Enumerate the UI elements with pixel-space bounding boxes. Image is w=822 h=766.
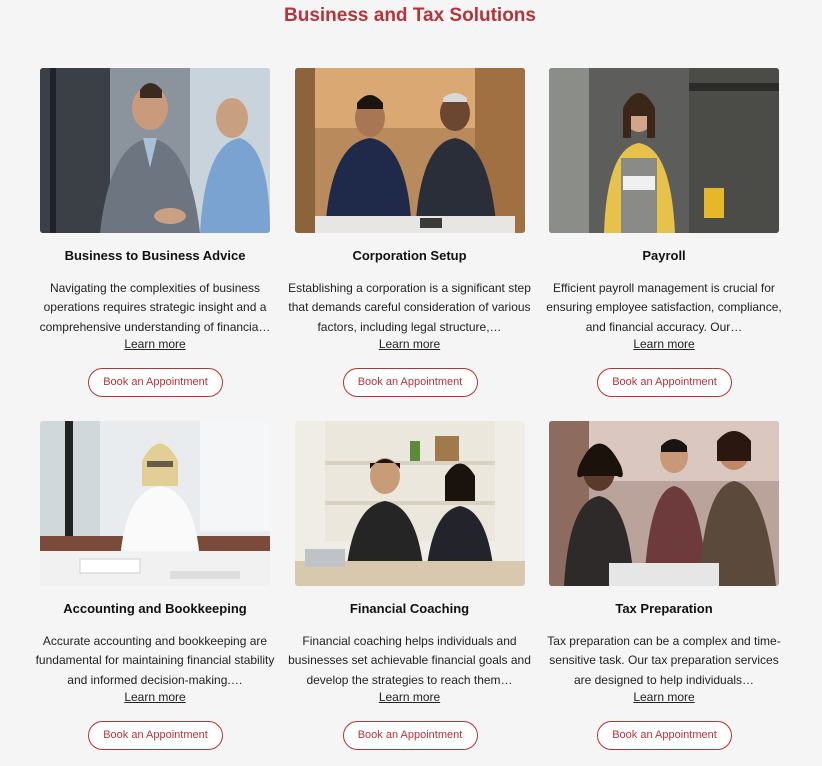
service-card-financial-coaching: Financial Coaching Financial coaching he… (288, 421, 531, 766)
service-card-accounting: Accounting and Bookkeeping Accurate acco… (36, 421, 274, 766)
payroll-photo (549, 68, 779, 233)
card-description: Accurate accounting and bookkeeping are … (35, 634, 275, 687)
financial-coaching-photo (294, 421, 525, 586)
services-grid: Business to Business Advice Navigating t… (36, 68, 782, 766)
book-appointment-button[interactable]: Book an Appointment (597, 721, 732, 750)
business-advice-photo (40, 68, 270, 233)
service-card-business-advice: Business to Business Advice Navigating t… (40, 68, 270, 421)
learn-more-link[interactable]: Learn more (40, 690, 270, 704)
learn-more-link[interactable]: Learn more (40, 337, 270, 351)
card-title: Financial Coaching (349, 601, 470, 616)
card-description: Navigating the complexities of business … (39, 281, 271, 334)
page-title: Business and Tax Solutions (284, 5, 536, 26)
book-appointment-button[interactable]: Book an Appointment (597, 368, 732, 397)
book-appointment-button[interactable]: Book an Appointment (88, 721, 223, 750)
service-card-payroll: Payroll Efficient payroll management is … (546, 68, 782, 421)
learn-more-link[interactable]: Learn more (549, 337, 779, 351)
accounting-photo (40, 421, 270, 586)
service-card-corporation-setup: Corporation Setup Establishing a corpora… (288, 68, 531, 421)
card-description: Financial coaching helps individuals and… (288, 634, 531, 687)
card-description: Tax preparation can be a complex and tim… (547, 634, 781, 687)
tax-preparation-photo (549, 421, 779, 586)
service-card-tax-preparation: Tax Preparation Tax preparation can be a… (547, 421, 781, 766)
corporation-setup-photo (294, 68, 525, 233)
card-title: Accounting and Bookkeeping (63, 601, 247, 616)
card-title: Tax Preparation (615, 601, 713, 616)
learn-more-link[interactable]: Learn more (295, 690, 525, 704)
learn-more-link[interactable]: Learn more (295, 337, 525, 351)
card-title: Business to Business Advice (64, 248, 246, 263)
learn-more-link[interactable]: Learn more (549, 690, 779, 704)
card-title: Corporation Setup (352, 248, 467, 263)
card-description: Efficient payroll management is crucial … (546, 281, 782, 334)
book-appointment-button[interactable]: Book an Appointment (88, 368, 223, 397)
book-appointment-button[interactable]: Book an Appointment (342, 721, 478, 750)
book-appointment-button[interactable]: Book an Appointment (342, 368, 478, 397)
card-title: Payroll (642, 248, 686, 263)
card-description: Establishing a corporation is a signific… (288, 281, 531, 334)
